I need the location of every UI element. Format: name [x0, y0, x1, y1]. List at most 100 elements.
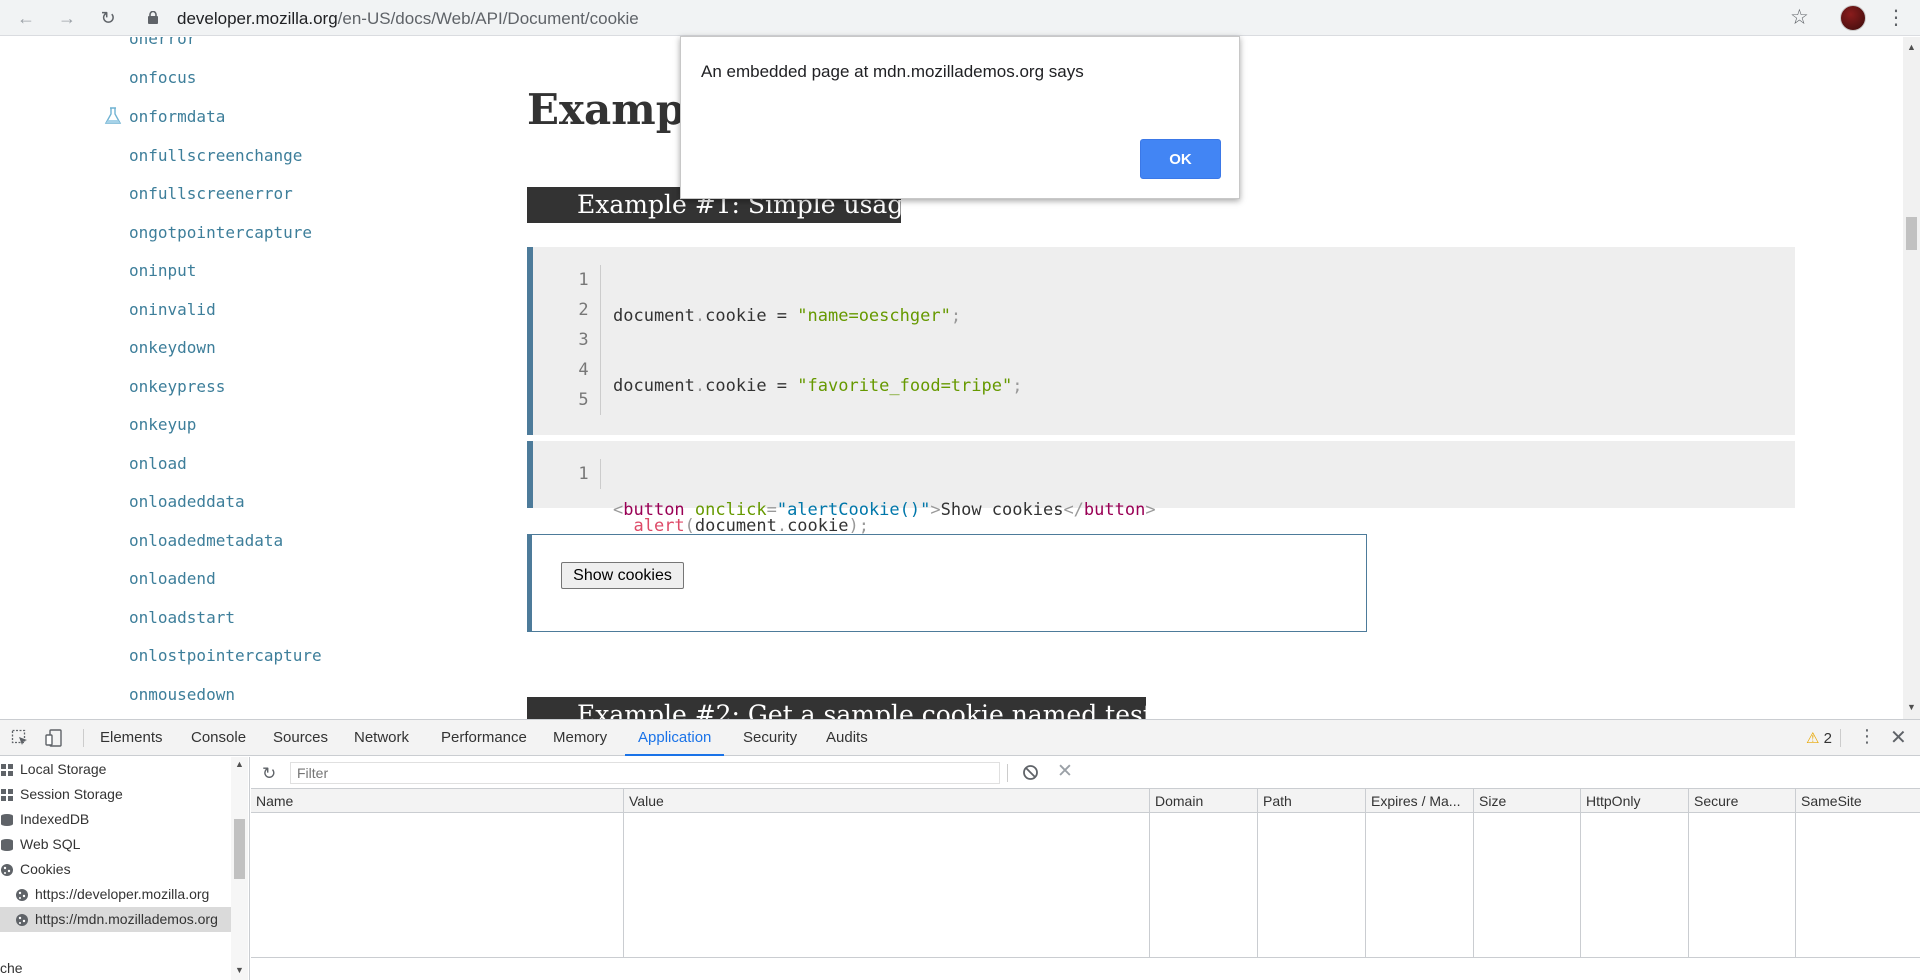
scroll-down-icon[interactable]: ▼ — [231, 965, 248, 975]
tree-cookies[interactable]: Cookies — [0, 857, 231, 882]
tab-sources[interactable]: Sources — [273, 720, 328, 756]
sidebar-link[interactable]: onloadend — [129, 569, 216, 588]
tree-label: https://developer.mozilla.org — [35, 886, 210, 902]
clear-all-icon[interactable] — [1022, 764, 1039, 781]
column-header-samesite[interactable]: SameSite — [1795, 789, 1920, 813]
dialog-message: An embedded page at mdn.mozillademos.org… — [701, 62, 1084, 81]
column-header-expires[interactable]: Expires / Ma... — [1365, 789, 1473, 813]
tree-label: Cookies — [20, 861, 71, 877]
line-number: 4 — [578, 360, 589, 380]
code-token: = — [766, 500, 777, 520]
arrow-left-icon: ← — [17, 8, 35, 28]
tab-console[interactable]: Console — [191, 720, 246, 756]
profile-avatar[interactable] — [1840, 5, 1866, 31]
sidebar-link[interactable]: onfocus — [129, 68, 196, 87]
tree-label: IndexedDB — [20, 811, 90, 827]
sidebar-link[interactable]: onfullscreenerror — [129, 184, 293, 203]
show-cookies-button[interactable]: Show cookies — [561, 562, 684, 589]
page-scrollbar[interactable]: ▲ ▼ — [1903, 37, 1920, 719]
tab-application[interactable]: Application — [625, 720, 725, 756]
example2-heading: Example #2: Get a sample cookie named te… — [527, 697, 1169, 719]
column-header-value[interactable]: Value — [623, 789, 1149, 813]
line-number: 1 — [578, 464, 589, 484]
back-button[interactable]: ← — [14, 6, 38, 30]
sidebar-link[interactable]: onloadstart — [129, 608, 235, 627]
sidebar-link[interactable]: onlostpointercapture — [129, 646, 322, 665]
devtools-menu-icon[interactable]: ⋮ — [1858, 726, 1876, 747]
code-token: onclick — [694, 500, 767, 520]
sidebar-link[interactable]: onerror — [129, 37, 196, 48]
sidebar-link[interactable]: onkeydown — [129, 338, 216, 357]
column-header-secure[interactable]: Secure — [1688, 789, 1795, 813]
refresh-icon[interactable]: ↻ — [262, 764, 276, 784]
scrollbar-thumb[interactable] — [1906, 217, 1917, 250]
tab-audits[interactable]: Audits — [826, 720, 868, 756]
sidebar-link[interactable]: onfullscreenchange — [129, 146, 302, 165]
reload-button[interactable]: ↻ — [96, 6, 120, 30]
warning-counter[interactable]: ⚠ 2 — [1806, 729, 1832, 747]
sidebar-link[interactable]: onloadeddata — [129, 492, 245, 511]
tab-performance[interactable]: Performance — [441, 720, 527, 756]
tab-memory[interactable]: Memory — [553, 720, 607, 756]
bookmark-star-icon[interactable]: ☆ — [1790, 5, 1809, 30]
column-header-path[interactable]: Path — [1257, 789, 1365, 813]
filter-input[interactable] — [290, 762, 1000, 784]
sidebar-link[interactable]: oninvalid — [129, 300, 216, 319]
lock-icon — [148, 11, 158, 24]
close-icon[interactable]: ✕ — [1890, 725, 1907, 750]
sidebar-link[interactable]: onloadedmetadata — [129, 531, 283, 550]
forward-button[interactable]: → — [55, 6, 79, 30]
cookies-table-header: Name Value Domain Path Expires / Ma... S… — [251, 789, 1920, 813]
scrollbar-thumb[interactable] — [234, 819, 245, 879]
code-line-2: document.cookie = "favorite_food=tripe"; — [613, 371, 1022, 401]
sidebar-link[interactable]: oninput — [129, 261, 196, 280]
address-bar[interactable]: developer.mozilla.org/en-US/docs/Web/API… — [177, 9, 639, 29]
sidebar-link[interactable]: onformdata — [129, 107, 225, 126]
alert-dialog: An embedded page at mdn.mozillademos.org… — [680, 36, 1240, 199]
tab-network[interactable]: Network — [354, 720, 409, 756]
tree-cookie-origin-selected[interactable]: https://mdn.mozillademos.org — [0, 907, 231, 932]
toolbar-divider — [1007, 764, 1008, 782]
ok-button[interactable]: OK — [1140, 139, 1221, 179]
tab-security[interactable]: Security — [743, 720, 797, 756]
page-title: Exampl — [527, 85, 702, 134]
sidebar-link[interactable]: onmousedown — [129, 685, 235, 704]
tree-session-storage[interactable]: Session Storage — [0, 782, 231, 807]
tab-elements[interactable]: Elements — [100, 720, 163, 756]
code-token: "favorite_food=tripe" — [797, 376, 1013, 396]
warning-count: 2 — [1823, 730, 1832, 747]
browser-menu-icon[interactable]: ⋮ — [1886, 5, 1906, 30]
column-header-name[interactable]: Name — [251, 789, 623, 813]
database-icon — [1, 839, 13, 852]
code-token: Show cookies — [940, 500, 1064, 520]
sidebar-link[interactable]: onkeyup — [129, 415, 196, 434]
tree-cookie-origin[interactable]: https://developer.mozilla.org — [0, 882, 231, 907]
device-toolbar-icon[interactable] — [45, 729, 63, 747]
code-token: ; — [950, 306, 962, 326]
scroll-up-icon[interactable]: ▲ — [231, 759, 248, 769]
sidebar-link[interactable]: onkeypress — [129, 377, 225, 396]
code-token: "name=oeschger" — [797, 306, 951, 326]
code-token: . — [694, 306, 706, 326]
column-header-domain[interactable]: Domain — [1149, 789, 1257, 813]
column-header-size[interactable]: Size — [1473, 789, 1580, 813]
inspect-element-icon[interactable] — [11, 729, 29, 747]
column-divider — [1688, 813, 1689, 957]
code-token: button — [623, 500, 685, 520]
line-numbers: 1 2 3 4 5 — [567, 265, 601, 415]
line-number: 5 — [578, 390, 589, 410]
tree-cache[interactable]: che — [0, 956, 231, 980]
sidebar-scrollbar[interactable]: ▲ ▼ — [231, 757, 248, 980]
sidebar-link[interactable]: onload — [129, 454, 187, 473]
column-header-httponly[interactable]: HttpOnly — [1580, 789, 1688, 813]
delete-selected-icon[interactable]: ✕ — [1057, 760, 1073, 783]
tree-local-storage[interactable]: Local Storage — [0, 757, 231, 782]
toolbar-divider — [83, 729, 84, 747]
sidebar-link[interactable]: ongotpointercapture — [129, 223, 312, 242]
scroll-up-icon[interactable]: ▲ — [1903, 42, 1920, 52]
line-number: 2 — [578, 300, 589, 320]
scroll-down-icon[interactable]: ▼ — [1903, 702, 1920, 712]
tree-indexeddb[interactable]: IndexedDB — [0, 807, 231, 832]
tree-web-sql[interactable]: Web SQL — [0, 832, 231, 857]
devtools-panel: Elements Console Sources Network Perform… — [0, 719, 1920, 980]
